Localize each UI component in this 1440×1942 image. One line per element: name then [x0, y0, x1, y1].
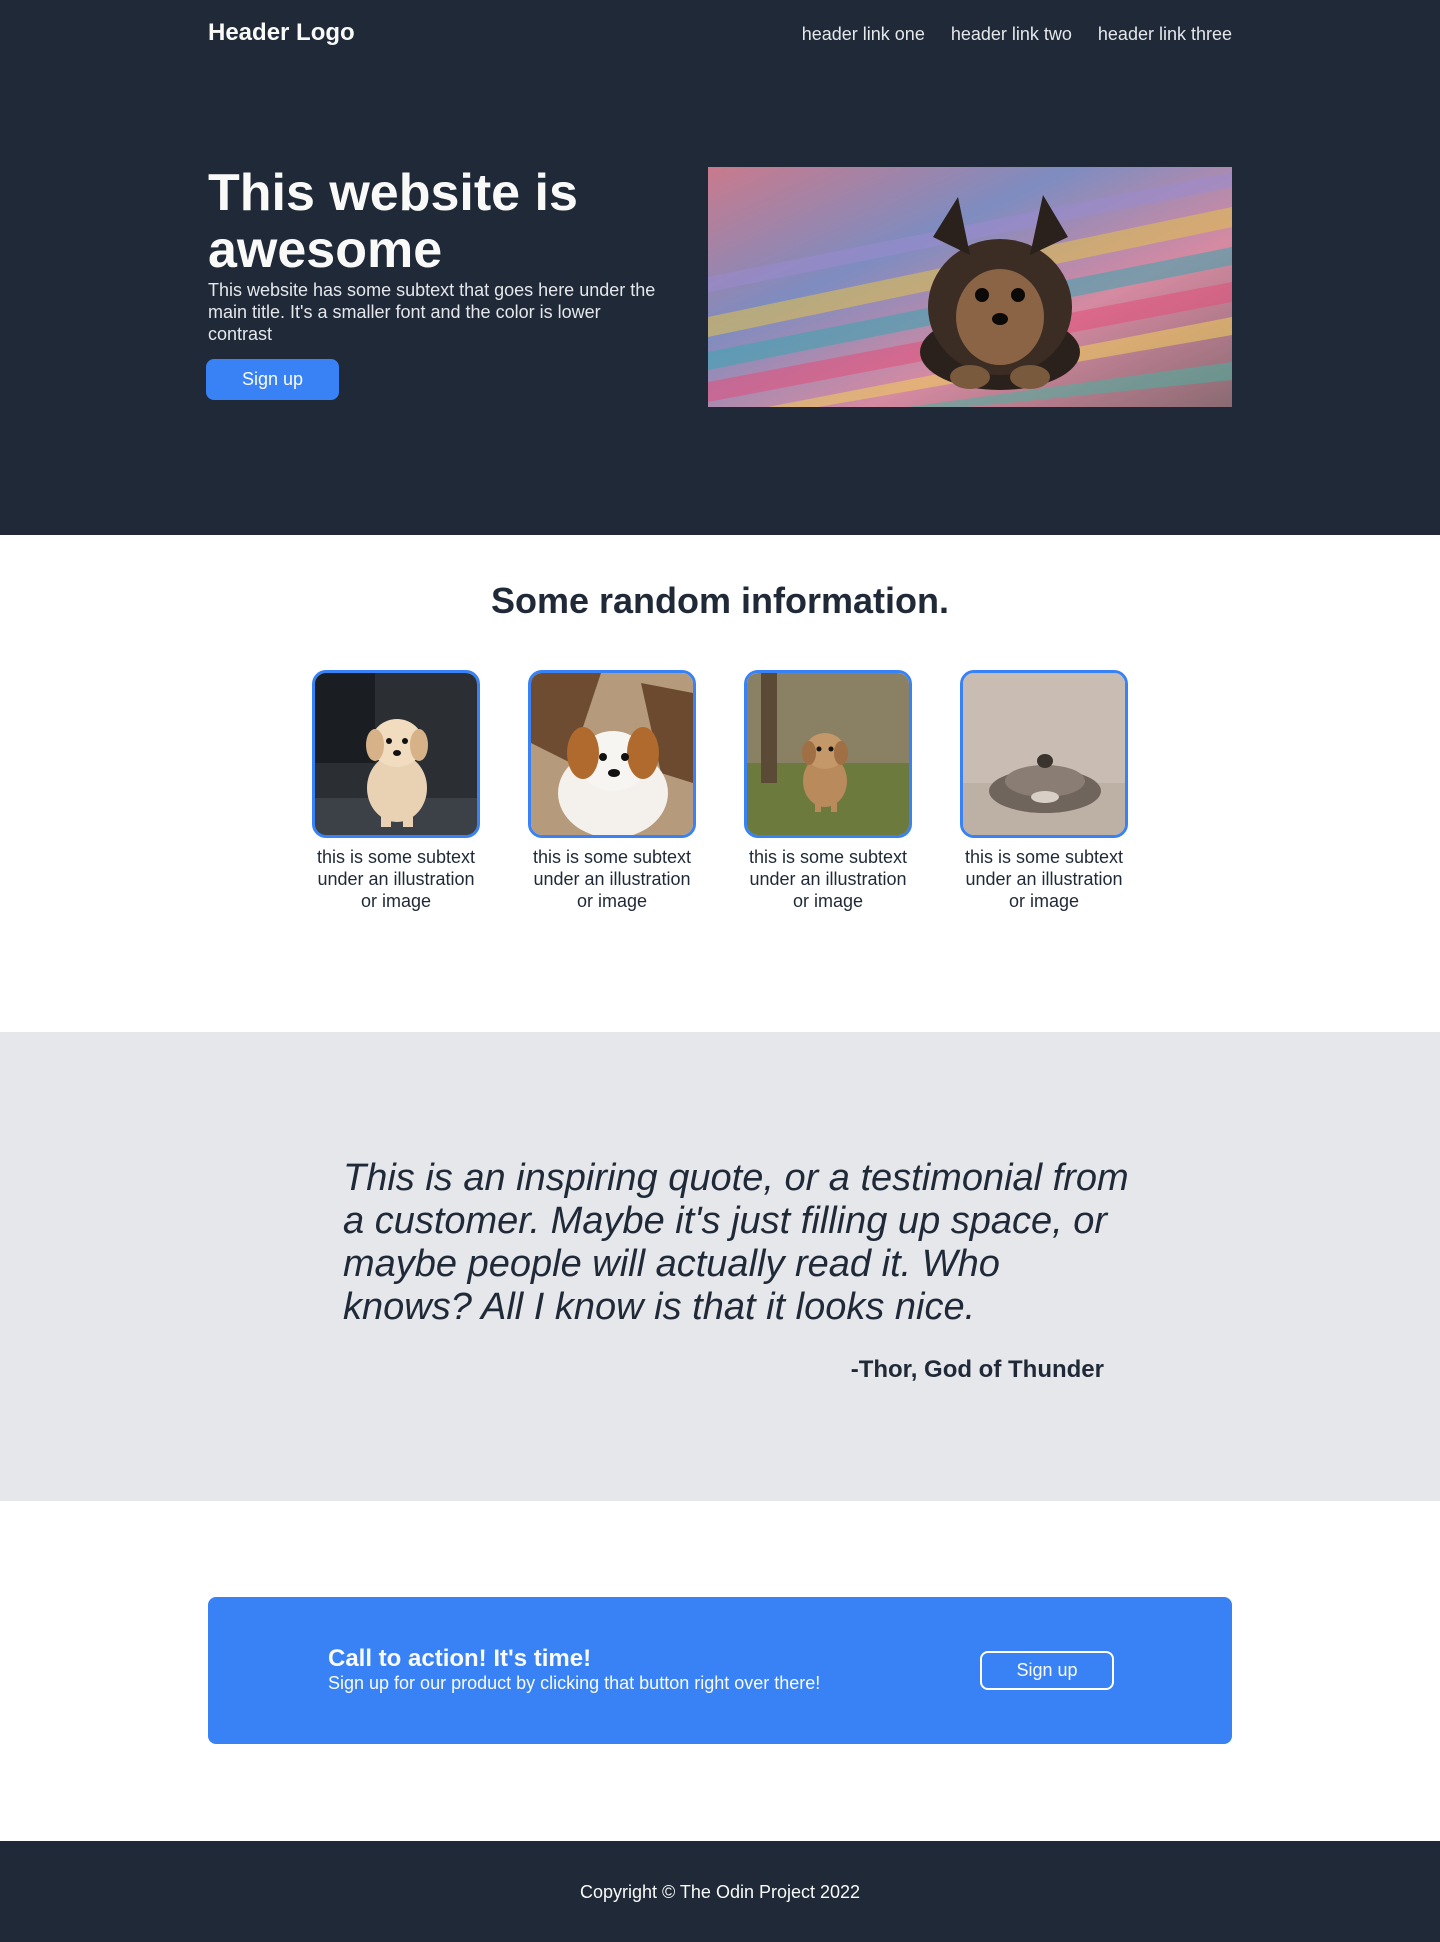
quote-section: This is an inspiring quote, or a testimo… [0, 1032, 1440, 1501]
golden-puppy-photo-icon [315, 673, 477, 835]
cta-title: Call to action! It's time! [328, 1645, 592, 1672]
cta-section: Call to action! It's time! Sign up for o… [0, 1501, 1440, 1841]
card-subtext: this is some subtext under an illustrati… [748, 847, 908, 911]
hero-signup-button[interactable]: Sign up [206, 359, 339, 400]
site-footer: Copyright © The Odin Project 2022 [0, 1841, 1440, 1942]
header-nav: header link one header link two header l… [802, 24, 1232, 45]
cta-banner: Call to action! It's time! Sign up for o… [208, 1597, 1232, 1744]
spaniel-puppy-photo-icon [531, 673, 693, 835]
footer-copyright: Copyright © The Odin Project 2022 [579, 1882, 861, 1902]
site-header: Header Logo header link one header link … [208, 0, 1232, 66]
header-link-one[interactable]: header link one [802, 24, 925, 45]
hero-text-block: This website is awesome This website has… [206, 164, 658, 400]
header-link-three[interactable]: header link three [1098, 24, 1232, 45]
terrier-puppy-image [744, 670, 912, 838]
info-title: Some random information. [490, 580, 950, 621]
terrier-puppy-photo-icon [747, 673, 909, 835]
header-link-two[interactable]: header link two [951, 24, 1072, 45]
header-logo[interactable]: Header Logo [208, 19, 355, 47]
testimonial-quote: This is an inspiring quote, or a testimo… [343, 1157, 1129, 1328]
golden-puppy-image [312, 670, 480, 838]
info-card: this is some subtext under an illustrati… [312, 670, 480, 912]
cta-signup-button[interactable]: Sign up [980, 1651, 1114, 1690]
card-subtext: this is some subtext under an illustrati… [964, 847, 1124, 911]
puppy-photo-image [708, 167, 1232, 407]
sleeping-dog-photo-icon [963, 673, 1125, 835]
info-card: this is some subtext under an illustrati… [744, 670, 912, 912]
cta-subtext: Sign up for our product by clicking that… [328, 1673, 821, 1693]
info-card: this is some subtext under an illustrati… [960, 670, 1128, 912]
card-subtext: this is some subtext under an illustrati… [532, 847, 692, 911]
info-card: this is some subtext under an illustrati… [528, 670, 696, 912]
info-section: Some random information. this is some su… [0, 535, 1440, 1032]
hero-section: Header Logo header link one header link … [0, 0, 1440, 535]
card-subtext: this is some subtext under an illustrati… [316, 847, 476, 911]
quote-author: -Thor, God of Thunder [850, 1356, 1104, 1383]
puppy-photo-icon [708, 167, 1232, 407]
hero-subtext: This website has some subtext that goes … [208, 280, 656, 344]
hero-title: This website is awesome [208, 164, 578, 279]
info-cards: this is some subtext under an illustrati… [312, 670, 1128, 912]
spaniel-puppy-image [528, 670, 696, 838]
sleeping-dog-image [960, 670, 1128, 838]
